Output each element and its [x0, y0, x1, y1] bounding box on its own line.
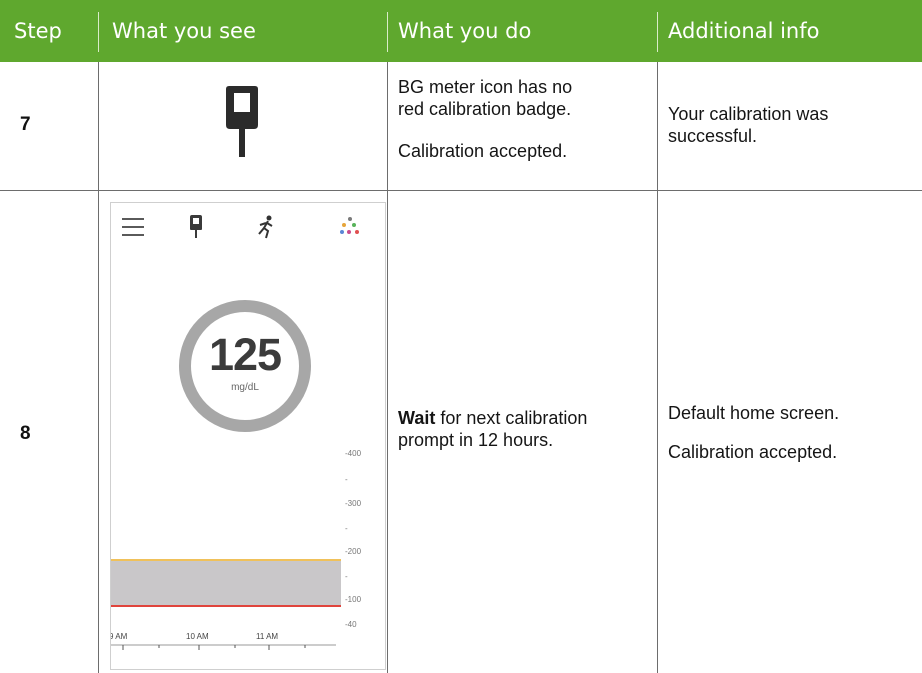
x-axis-label: 11 AM: [256, 632, 279, 641]
instruction-table: Step What you see What you do Additional…: [0, 0, 922, 673]
exercise-icon: [258, 215, 273, 239]
y-axis-label: 400: [347, 449, 362, 458]
header-divider: [657, 12, 658, 52]
x-axis-label: 9 AM: [110, 632, 128, 641]
y-axis-label: 300: [347, 499, 362, 508]
y-axis-label: -400: [345, 449, 362, 458]
step-number: 7: [20, 114, 31, 135]
high-threshold-line: [111, 559, 341, 561]
row7-info-line2: successful.: [668, 126, 758, 146]
header-divider: [98, 12, 99, 52]
bg-meter-icon: [190, 215, 202, 238]
column-divider: [98, 62, 99, 673]
header-what-you-do: What you do: [398, 19, 532, 43]
y-axis-tick: -: [345, 524, 348, 533]
row8-info-line2: Calibration accepted.: [668, 442, 838, 462]
y-axis-label: -300: [345, 499, 362, 508]
row7-do-line1: BG meter icon has no: [398, 77, 573, 97]
y-axis-tick: -: [345, 475, 348, 484]
y-axis-label: -200: [345, 547, 362, 556]
time-axis: [111, 644, 336, 650]
row8-do-rest: for next calibration: [435, 408, 588, 428]
row-divider: [0, 190, 922, 191]
table-header: Step What you see What you do Additional…: [0, 0, 922, 62]
glucose-reading-circle: 125 mg/dL: [179, 300, 311, 432]
row7-do-line2: red calibration badge.: [398, 99, 572, 119]
row8-do-bold: Wait: [398, 408, 436, 428]
step-number: 8: [20, 423, 31, 444]
home-screen-image: 125 mg/dL -400 - -300 - -200 - -100 -40 …: [110, 202, 386, 670]
menu-icon: [122, 218, 144, 236]
column-divider: [387, 62, 388, 673]
target-range-band: [111, 560, 341, 606]
glucose-unit: mg/dL: [231, 382, 259, 393]
header-what-you-see: What you see: [112, 19, 256, 43]
y-axis-label: 200: [347, 547, 362, 556]
bg-meter-icon: [226, 86, 258, 157]
glucose-value: 125: [208, 329, 282, 380]
y-axis-label: -100: [345, 595, 362, 604]
header-step: Step: [14, 19, 62, 43]
row8-do-line2: prompt in 12 hours.: [398, 430, 554, 450]
y-axis-label: 100: [347, 595, 362, 604]
low-threshold-line: [111, 605, 341, 607]
status-dots-icon: [340, 217, 359, 234]
row8-info-line1: Default home screen.: [668, 403, 840, 423]
row7-info-line1: Your calibration was: [668, 104, 829, 124]
x-axis-label: 10 AM: [186, 632, 209, 641]
y-axis-label: -40: [345, 620, 357, 629]
y-axis-tick: -: [345, 572, 348, 581]
y-axis-label: 40: [347, 620, 357, 629]
header-additional-info: Additional info: [668, 19, 820, 43]
column-divider: [657, 62, 658, 673]
row7-do-line3: Calibration accepted.: [398, 141, 568, 161]
header-divider: [387, 12, 388, 52]
row8-do-line1: Wait for next calibration: [398, 407, 587, 429]
